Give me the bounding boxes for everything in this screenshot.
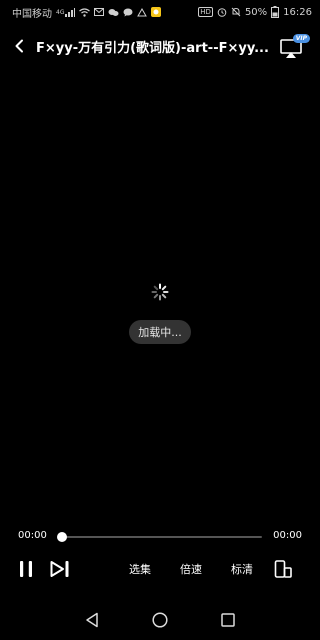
hd-badge: HD	[198, 7, 213, 17]
back-button[interactable]	[10, 34, 28, 58]
chevron-left-icon	[15, 39, 23, 53]
progress-row: 00:00 00:00	[0, 528, 320, 546]
video-title: F×yy-万有引力(歌词版)-art--F×yy...	[36, 40, 269, 56]
quality-label: 标清	[231, 563, 253, 576]
loading-indicator: 加载中...	[129, 320, 191, 344]
total-time: 00:00	[273, 530, 302, 541]
next-button[interactable]	[48, 556, 72, 582]
pause-button[interactable]	[16, 556, 36, 582]
carrier-name: 中国移动	[12, 8, 52, 20]
mute-bell-icon	[231, 7, 241, 17]
chat-bubble-icon	[123, 8, 133, 17]
square-recents-icon	[221, 613, 235, 627]
speed-button[interactable]: 倍速	[175, 556, 207, 582]
nav-recents-button[interactable]	[218, 610, 238, 630]
screen-orientation-button[interactable]	[272, 556, 294, 582]
signal-icon: 4G	[56, 7, 76, 17]
quality-button[interactable]: 标清	[226, 556, 258, 582]
battery-percent: 50%	[244, 6, 268, 18]
status-right: HD 50% 16:26	[198, 6, 312, 18]
triangle-back-icon	[86, 612, 98, 628]
status-left: 中国移动 4G	[12, 5, 162, 20]
yellow-app-icon	[151, 7, 162, 17]
nav-home-button[interactable]	[150, 610, 170, 630]
player-controls: 选集 倍速 标清	[0, 556, 320, 582]
system-nav-bar	[0, 600, 320, 640]
player-header: F×yy-万有引力(歌词版)-art--F×yy... VIP	[0, 30, 320, 62]
seek-bar[interactable]	[62, 536, 262, 538]
speed-label: 倍速	[180, 563, 202, 576]
loading-spinner-icon	[150, 282, 170, 302]
app-notification-icon	[137, 7, 148, 17]
current-time: 00:00	[18, 530, 47, 541]
video-player-screen: 中国移动 4G HD 50% 16:26 F×yy-万有引力(歌词版)-art-…	[0, 0, 320, 640]
nav-back-button[interactable]	[82, 610, 102, 630]
skip-next-icon	[50, 561, 69, 577]
pause-icon	[20, 561, 32, 577]
battery-icon	[271, 6, 280, 18]
loading-text: 加载中...	[138, 326, 182, 339]
alarm-icon	[217, 7, 227, 17]
rotate-screen-icon	[274, 560, 292, 578]
circle-home-icon	[152, 612, 168, 628]
wifi-icon	[79, 7, 91, 17]
status-bar: 中国移动 4G HD 50% 16:26	[0, 0, 320, 24]
seek-thumb[interactable]	[57, 532, 67, 542]
cast-button[interactable]: VIP	[276, 32, 310, 60]
network-type: 4G	[56, 8, 65, 16]
clock: 16:26	[283, 6, 312, 18]
episodes-button[interactable]: 选集	[124, 556, 156, 582]
wechat-icon	[108, 8, 119, 17]
vip-badge: VIP	[292, 34, 310, 43]
episodes-label: 选集	[129, 563, 151, 576]
email-icon	[94, 8, 105, 16]
